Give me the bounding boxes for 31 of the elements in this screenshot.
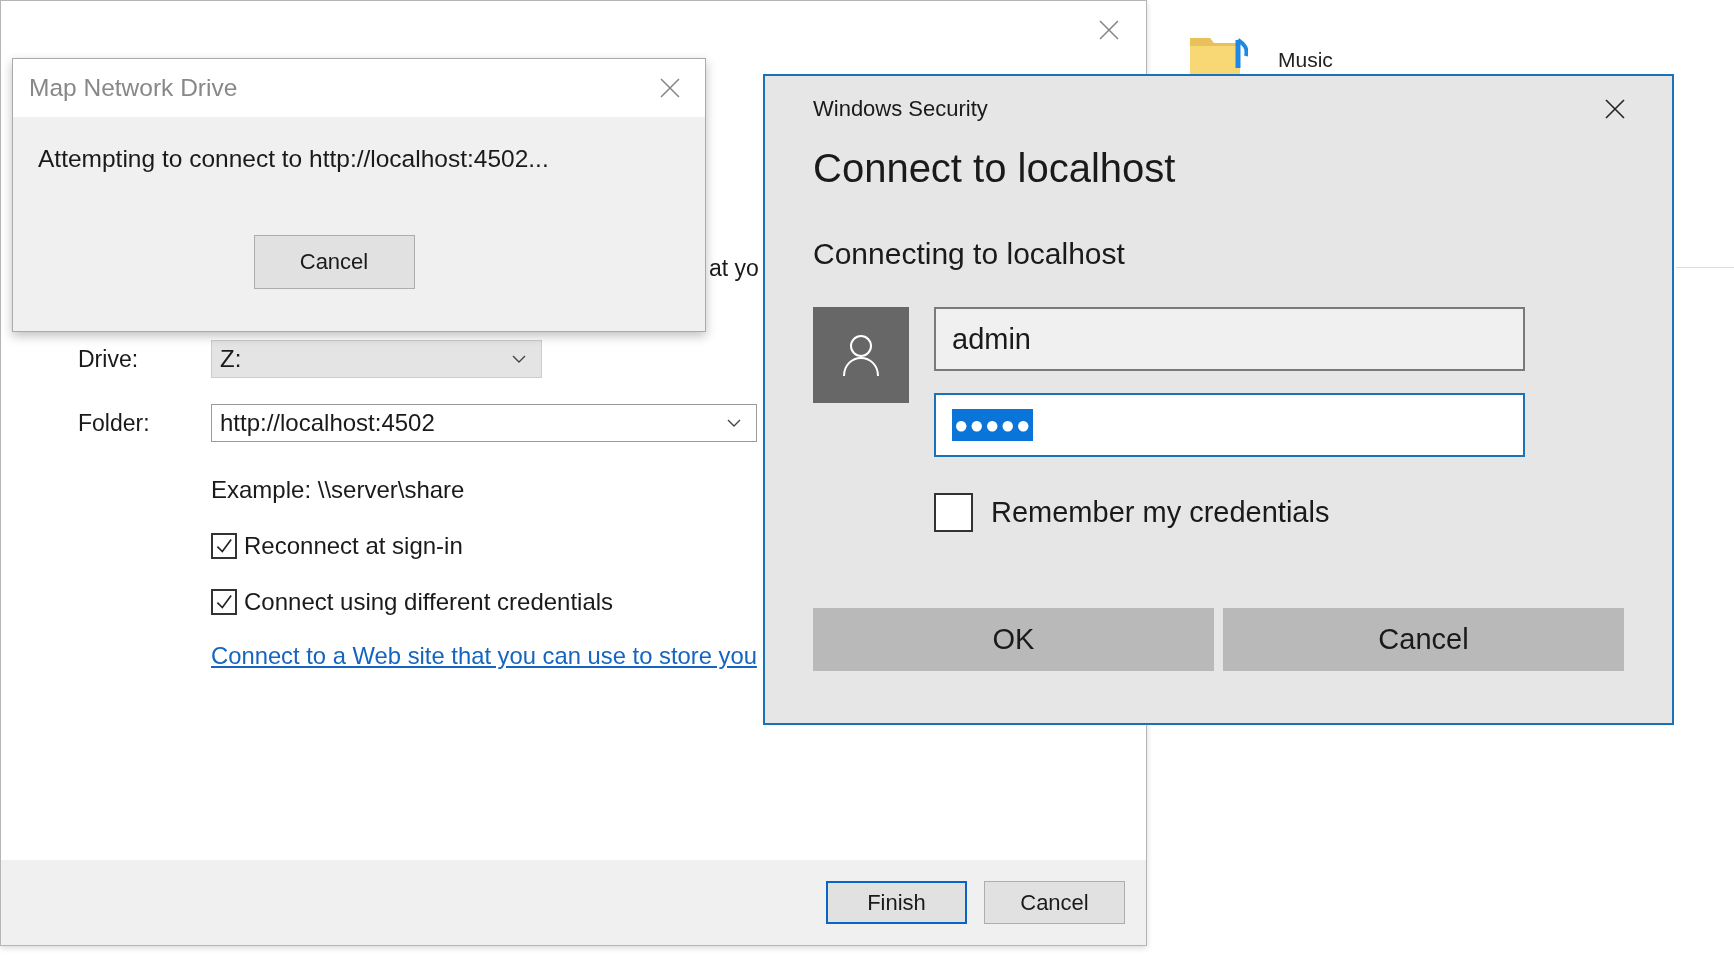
cancel-button[interactable]: Cancel [1223, 608, 1624, 671]
field-label: Drive: [77, 345, 140, 373]
user-icon [841, 333, 881, 377]
field-label: Folder: [77, 409, 151, 437]
close-icon [1098, 19, 1120, 41]
checkbox[interactable] [211, 533, 237, 559]
finish-button[interactable]: Finish [826, 881, 967, 924]
file-label[interactable]: Music [1278, 48, 1333, 72]
window-title: Windows Security [813, 96, 988, 122]
dropdown-field[interactable]: http://localhost:4502 [211, 404, 757, 442]
ok-button[interactable]: OK [813, 608, 1214, 671]
chevron-down-icon [726, 418, 742, 428]
cancel-button[interactable]: Cancel [253, 235, 415, 289]
checkbox[interactable] [934, 493, 973, 532]
window-title: Map Network Drive [29, 74, 238, 102]
checkbox[interactable] [211, 589, 237, 615]
checkbox-label: Connect using different credentials [244, 588, 614, 616]
example-text: Example: \\server\share [211, 476, 466, 505]
checkbox-label: Reconnect at sign-in [244, 532, 463, 560]
description-text: at yo [709, 255, 759, 281]
link[interactable]: Connect to a Web site that you can use to store you [211, 642, 757, 669]
status-message: Attempting to connect to http://localhost:4502... [38, 145, 550, 173]
close-icon [1604, 98, 1626, 120]
username-field[interactable]: admin [934, 307, 1525, 371]
dialog-heading: Connect to localhost [813, 146, 1177, 191]
password-field[interactable]: ●●●●● [934, 393, 1525, 457]
checkbox-label: Remember my credentials [991, 496, 1330, 529]
cancel-button[interactable]: Cancel [984, 881, 1125, 924]
close-icon [659, 77, 681, 99]
chevron-down-icon [511, 354, 527, 364]
dialog-subtitle: Connecting to localhost [813, 237, 1126, 271]
